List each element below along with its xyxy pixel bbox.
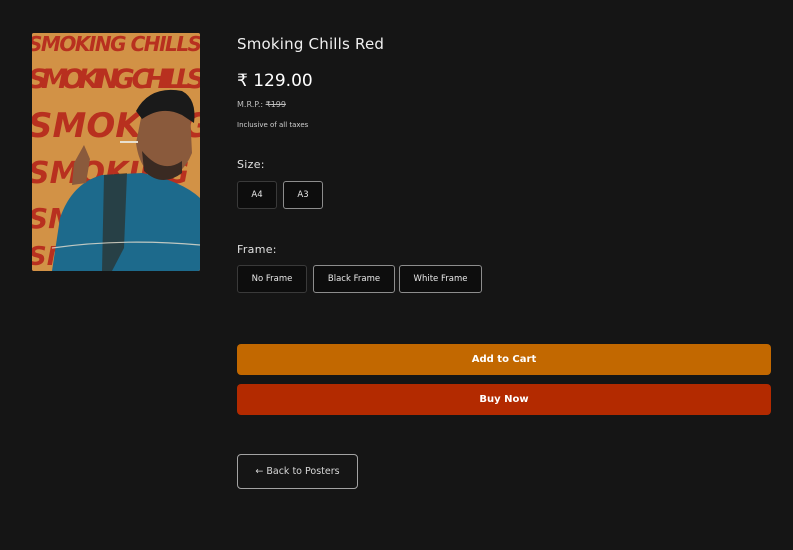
frame-label: Frame:	[237, 243, 277, 256]
tax-note: Inclusive of all taxes	[237, 121, 309, 129]
poster-text-line: SMOKING CHILLS	[32, 33, 200, 56]
mrp: M.R.P.: ₹199	[237, 100, 286, 109]
product-title: Smoking Chills Red	[237, 35, 385, 53]
size-option-a3[interactable]: A3	[283, 181, 323, 209]
frame-option-no-frame[interactable]: No Frame	[237, 265, 307, 293]
buy-now-button[interactable]: Buy Now	[237, 384, 771, 415]
add-to-cart-button[interactable]: Add to Cart	[237, 344, 771, 375]
back-to-posters-button[interactable]: ← Back to Posters	[237, 454, 358, 489]
product-price: ₹ 129.00	[237, 71, 313, 91]
frame-option-white-frame[interactable]: White Frame	[399, 265, 482, 293]
mrp-label: M.R.P.:	[237, 100, 264, 109]
mrp-value: ₹199	[265, 100, 286, 109]
size-label: Size:	[237, 158, 265, 171]
size-option-a4[interactable]: A4	[237, 181, 277, 209]
product-image: SMOKING CHILLS SMOKING CHILLS SMOKING SM…	[32, 33, 200, 271]
frame-option-black-frame[interactable]: Black Frame	[313, 265, 395, 293]
